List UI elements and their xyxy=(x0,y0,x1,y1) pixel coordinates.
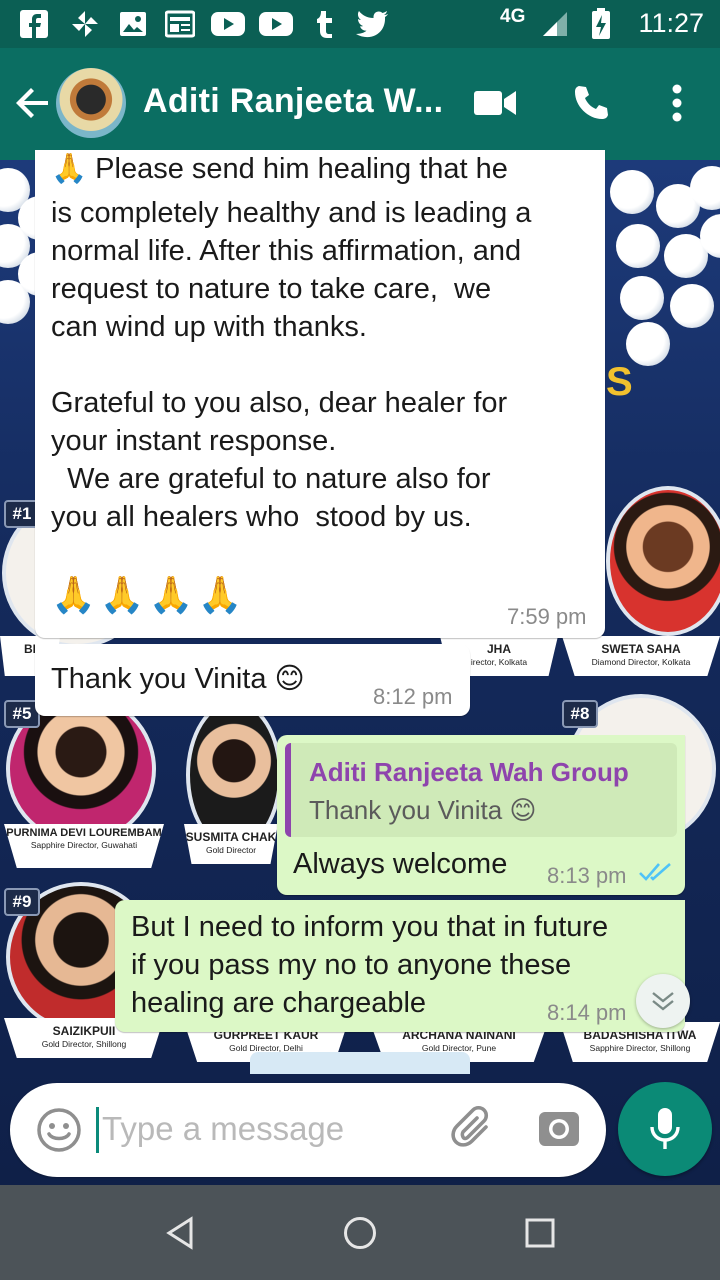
system-navigation-bar xyxy=(0,1185,720,1280)
nav-home-button[interactable] xyxy=(336,1209,384,1257)
facebook-icon xyxy=(18,10,50,38)
message-bubble-incoming[interactable]: 🙏 Please send him healing that he is com… xyxy=(35,150,605,638)
microphone-icon xyxy=(650,1108,680,1149)
wallpaper-nameplate: SWETA SAHA Diamond Director, Kolkata xyxy=(562,636,720,676)
back-button[interactable] xyxy=(14,84,52,127)
wallpaper-portrait xyxy=(606,486,720,636)
message-composer[interactable]: Type a message xyxy=(10,1083,606,1177)
message-bubble-outgoing[interactable]: Aditi Ranjeeta Wah Group Thank you Vinit… xyxy=(277,735,685,895)
message-text: Always welcome xyxy=(293,848,508,880)
double-chevron-down-icon xyxy=(652,992,674,1011)
message-time: 7:59 pm xyxy=(507,604,587,629)
voice-record-button[interactable] xyxy=(618,1082,712,1176)
status-bar: 4G 11:27 xyxy=(0,0,720,48)
quoted-author: Aditi Ranjeeta Wah Group xyxy=(309,757,629,787)
youtube-icon xyxy=(210,10,246,38)
wallpaper-nameplate: SUSMITA CHAK Gold Director xyxy=(184,824,278,864)
message-time: 8:12 pm xyxy=(373,684,453,709)
message-bubble-outgoing[interactable]: But I need to inform you that in future … xyxy=(115,900,685,1032)
scroll-to-bottom-button[interactable] xyxy=(636,974,690,1028)
text-cursor xyxy=(96,1107,99,1153)
message-text: Thank you Vinita 😊 xyxy=(51,663,305,695)
chat-title[interactable]: Aditi Ranjeeta W... xyxy=(143,82,443,121)
video-camera-icon xyxy=(474,91,516,115)
arrow-left-icon xyxy=(16,88,48,118)
quoted-text: Thank you Vinita 😊 xyxy=(309,795,537,825)
tumblr-icon xyxy=(312,10,336,38)
phone-icon xyxy=(575,86,608,119)
video-call-button[interactable] xyxy=(470,78,520,128)
nav-back-button[interactable] xyxy=(156,1209,204,1257)
circle-home-icon xyxy=(344,1217,376,1249)
square-recents-icon xyxy=(525,1218,555,1248)
chat-header: Aditi Ranjeeta W... xyxy=(0,48,720,160)
youtube-icon xyxy=(258,10,294,38)
folded-hands-emoji: 🙏🙏🙏🙏 xyxy=(51,574,247,615)
wallpaper-light xyxy=(610,170,654,214)
pinwheel-icon xyxy=(68,10,102,38)
message-time: 8:13 pm xyxy=(547,863,627,888)
emoji-button[interactable] xyxy=(36,1107,82,1158)
wallpaper-light xyxy=(670,284,714,328)
wallpaper-nameplate: PURNIMA DEVI LOUREMBAM Sapphire Director,… xyxy=(4,824,164,868)
more-options-button[interactable] xyxy=(652,78,702,128)
date-chip xyxy=(250,1052,470,1074)
camera-icon xyxy=(539,1112,579,1146)
wallpaper-light xyxy=(620,276,664,320)
double-check-icon xyxy=(639,861,671,888)
nav-recents-button[interactable] xyxy=(516,1209,564,1257)
wallpaper-letter: S xyxy=(606,360,633,404)
message-text-partial: 🙏 Please send him healing that he xyxy=(51,153,508,184)
message-text: is completely healthy and is leading a n… xyxy=(51,197,532,533)
avatar[interactable] xyxy=(56,68,126,138)
rank-badge: #8 xyxy=(562,700,598,728)
rank-badge: #9 xyxy=(4,888,40,916)
news-icon xyxy=(164,10,196,38)
network-type: 4G xyxy=(500,6,526,27)
message-input[interactable]: Type a message xyxy=(102,1110,344,1148)
twitter-icon xyxy=(354,10,390,38)
battery-charging-icon xyxy=(590,8,612,39)
quoted-message[interactable]: Aditi Ranjeeta Wah Group Thank you Vinit… xyxy=(285,743,677,837)
clock: 11:27 xyxy=(638,8,704,38)
message-bubble-incoming[interactable]: Thank you Vinita 😊 8:12 pm xyxy=(35,644,470,716)
more-vertical-icon xyxy=(672,84,682,122)
camera-button[interactable] xyxy=(538,1107,580,1154)
attach-button[interactable] xyxy=(450,1105,498,1158)
voice-call-button[interactable] xyxy=(566,78,616,128)
triangle-back-icon xyxy=(166,1216,193,1250)
gallery-icon xyxy=(118,10,148,38)
wallpaper-light xyxy=(616,224,660,268)
signal-icon xyxy=(540,10,570,38)
smiley-icon xyxy=(37,1108,81,1152)
paperclip-icon xyxy=(451,1105,489,1147)
message-time: 8:14 pm xyxy=(547,1000,627,1025)
